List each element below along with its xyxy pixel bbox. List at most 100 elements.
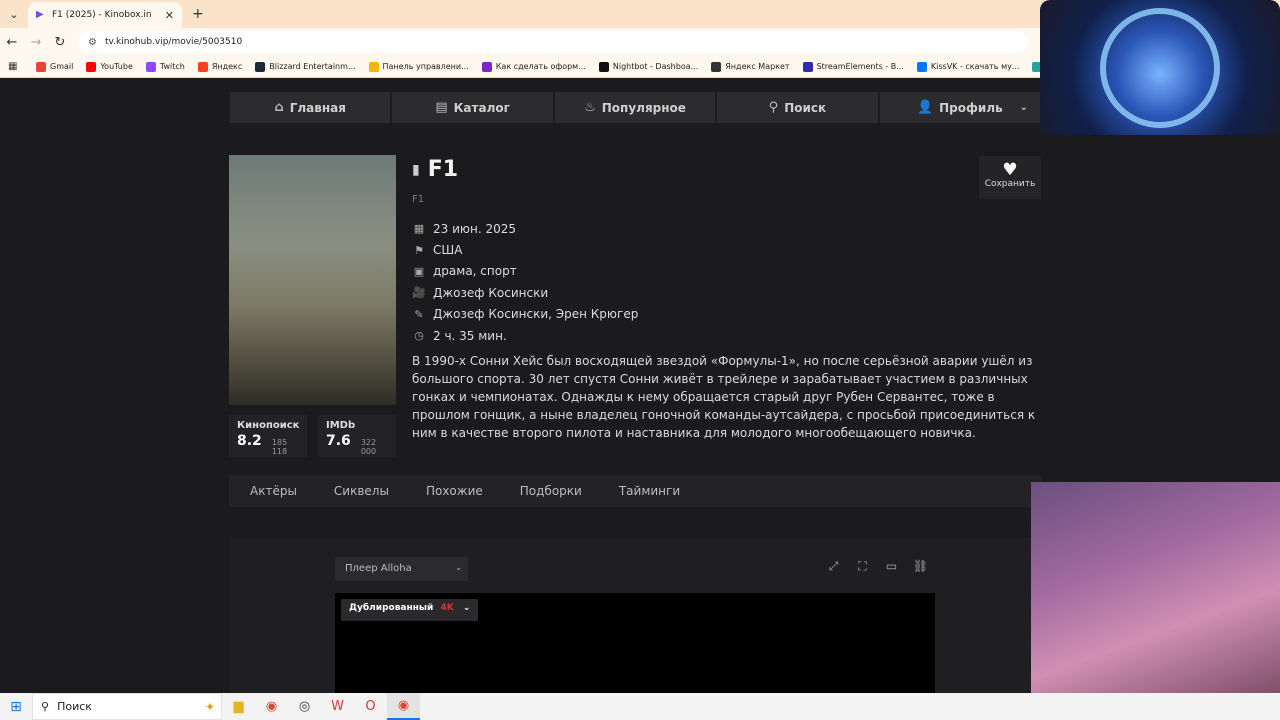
reload-icon[interactable]: ↻ (48, 35, 72, 50)
tab-2[interactable]: Похожие (426, 484, 483, 498)
save-label: Сохранить (984, 179, 1036, 189)
comments-icon[interactable]: ▭ (877, 559, 906, 574)
nav-item-label: Популярное (601, 100, 686, 115)
player-select[interactable]: Плеер Alloha ⌄ (335, 557, 468, 581)
bookmark-favicon-icon (598, 61, 609, 72)
chrome-active-icon[interactable]: ◉ (387, 693, 420, 720)
obs-icon[interactable]: ◎ (288, 693, 321, 720)
chrome-icon[interactable]: ◉ (255, 693, 288, 720)
rating-row: 8.2 185 118 (237, 433, 299, 456)
bookmark-label: YouTube (100, 62, 133, 71)
search-icon: ⚲ (768, 100, 779, 115)
dub-selector[interactable]: Дублированный 4K ⌄ (341, 599, 479, 621)
nav-item-label: Каталог (453, 100, 510, 115)
site-info-icon[interactable]: ⚙ (88, 37, 97, 48)
tab-4[interactable]: Тайминги (619, 484, 680, 498)
calendar-icon: ▦ (413, 222, 425, 236)
original-title: F1 (412, 194, 425, 205)
bookmark-item[interactable]: Яндекс Маркет (711, 61, 790, 72)
meta-line: ⚑ США (412, 239, 638, 260)
bookmark-item[interactable]: Blizzard Entertainm... (255, 61, 356, 72)
bookmark-item[interactable]: Как сделать оформ... (481, 61, 586, 72)
nav-item-0[interactable]: ⌂ Главная (229, 91, 392, 124)
bookmark-item[interactable]: Nightbot - Dashboa... (598, 61, 698, 72)
tab-1[interactable]: Сиквелы (334, 484, 389, 498)
user-icon: 👤 (916, 100, 934, 115)
taskbar-search[interactable]: ⚲ Поиск ✦ (32, 693, 222, 720)
new-tab-button[interactable]: + (192, 6, 204, 22)
heart-icon: ♥ (1002, 160, 1018, 180)
movie-title: ▮ F1 (412, 157, 458, 182)
bookmark-item[interactable]: Панель управлени... (368, 61, 469, 72)
bookmark-label: Яндекс (211, 62, 243, 71)
meta-text: 2 ч. 35 мин. (433, 328, 507, 343)
meta-line: ◷ 2 ч. 35 мин. (412, 325, 638, 346)
url-text: tv.kinohub.vip/movie/5003510 (104, 37, 243, 47)
rating-row: 7.6 322 000 (326, 433, 388, 456)
player-section: Плеер Alloha ⌄ ⤢ ⛶ ▭ ⛓ Дублированный 4K … (229, 537, 1041, 693)
camera-icon: 🎥 (412, 286, 426, 300)
genre-icon: ▣ (413, 264, 425, 278)
bookmark-item[interactable]: StreamElements - B... (802, 61, 904, 72)
nav-item-label: Главная (289, 100, 346, 115)
clock-icon: ◷ (414, 329, 424, 343)
rating-score: 7.6 (326, 433, 351, 449)
fullscreen-icon[interactable]: ⛶ (848, 559, 877, 574)
meta-line: 🎥 Джозеф Косински (412, 282, 638, 303)
meta-text: Джозеф Косински (433, 285, 549, 300)
kinobox-favicon-icon: ▶ (36, 9, 44, 20)
meta-text: США (433, 243, 463, 258)
bookmark-item[interactable]: KissVK - скачать му... (916, 61, 1020, 72)
player-select-value: Плеер Alloha (345, 563, 412, 574)
save-button[interactable]: ♥ Сохранить (979, 156, 1041, 199)
video-player[interactable]: Дублированный 4K ⌄ (335, 593, 935, 693)
apps-grid-icon[interactable]: ▦ (8, 61, 22, 72)
player-tools: ⤢ ⛶ ▭ ⛓ (819, 559, 935, 574)
bookmark-label: StreamElements - B... (816, 62, 904, 71)
bookmark-item[interactable]: Twitch (145, 61, 185, 72)
address-bar[interactable]: ⚙ tv.kinohub.vip/movie/5003510 (78, 31, 1028, 53)
nav-item-3[interactable]: ⚲ Поиск (716, 91, 879, 124)
windows-start-icon[interactable]: ⊞ (0, 699, 32, 715)
fire-icon: ♨ (584, 100, 596, 115)
tab-0[interactable]: Актёры (250, 484, 297, 498)
meta-text: 23 июн. 2025 (433, 221, 516, 236)
bookmark-favicon-icon (368, 61, 379, 72)
browser-tab-active[interactable]: ▶ F1 (2025) - Kinobox.in ✕ (28, 2, 182, 28)
bookmark-label: Twitch (159, 62, 185, 71)
bookmark-label: KissVK - скачать му... (930, 62, 1020, 71)
bookmark-item[interactable]: Яндекс (197, 61, 243, 72)
movie-title-text: F1 (427, 157, 459, 182)
link-icon[interactable]: ⛓ (906, 559, 935, 574)
forward-arrow-icon[interactable]: → (24, 35, 48, 50)
rating-name: Кинопоиск (237, 420, 300, 431)
chevron-down-icon: ⌄ (462, 603, 471, 613)
rating-score: 8.2 (237, 433, 262, 449)
nav-item-4[interactable]: 👤 Профиль ⌄ (878, 91, 1042, 124)
overlay-ring (1100, 8, 1220, 128)
opera-icon[interactable]: O (354, 693, 387, 720)
wps-icon[interactable]: W (321, 693, 354, 720)
rating-box: IMDb 7.6 322 000 (318, 415, 396, 457)
tab-3[interactable]: Подборки (520, 484, 582, 498)
bookmark-favicon-icon (86, 61, 97, 72)
bookmark-item[interactable]: Gmail (36, 61, 73, 72)
quality-badge: 4K (440, 603, 454, 613)
meta-line: ✎ Джозеф Косински, Эрен Крюгер (412, 304, 638, 325)
chevron-down-icon: ⌄ (455, 563, 462, 572)
nav-item-2[interactable]: ♨ Популярное (553, 91, 717, 124)
movie-poster (229, 155, 396, 405)
expand-icon[interactable]: ⤢ (819, 559, 848, 574)
close-tab-icon[interactable]: ✕ (165, 9, 174, 22)
bookmark-item[interactable]: YouTube (86, 61, 133, 72)
bookmark-favicon-icon (711, 61, 722, 72)
windows-taskbar: ⊞ ⚲ Поиск ✦ ▆ ◉ ◎ W O ◉ (0, 693, 1280, 720)
nav-item-label: Профиль (939, 100, 1003, 115)
ratings: Кинопоиск 8.2 185 118 IMDb 7.6 322 000 (229, 415, 407, 457)
tab-search-menu-icon[interactable]: ⌄ (0, 0, 28, 28)
nav-item-1[interactable]: ▤ Каталог (391, 91, 554, 124)
back-arrow-icon[interactable]: ← (0, 35, 24, 50)
rating-votes: 322 000 (360, 438, 377, 456)
file-explorer-icon[interactable]: ▆ (222, 693, 255, 720)
film-icon: ▮ (412, 161, 420, 178)
